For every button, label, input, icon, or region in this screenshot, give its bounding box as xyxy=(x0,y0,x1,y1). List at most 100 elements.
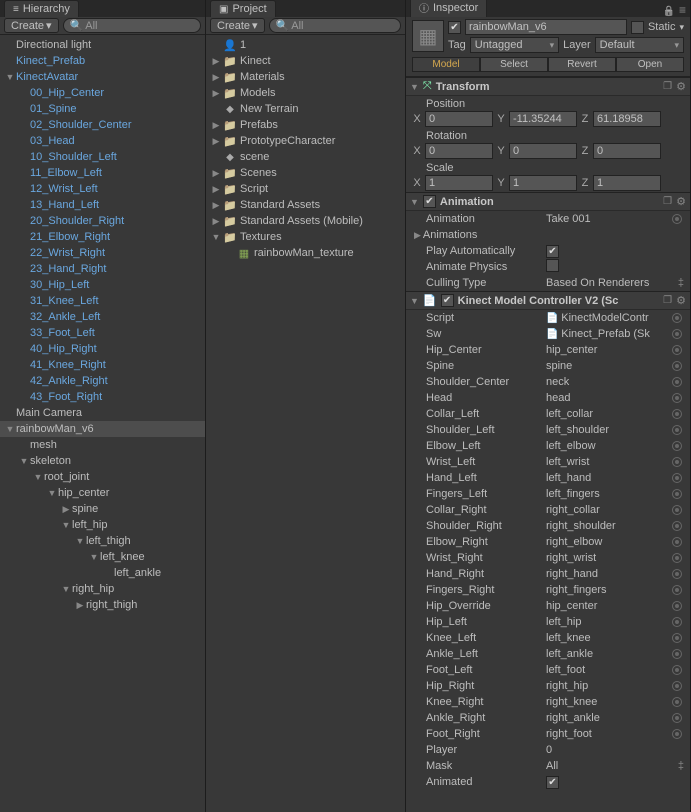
expand-arrow-icon[interactable]: ▶ xyxy=(210,216,222,227)
tree-item[interactable]: ▶Standard Assets (Mobile) xyxy=(206,213,405,229)
foldout-arrow-icon[interactable]: ▼ xyxy=(410,197,419,207)
tree-item[interactable]: Kinect_Prefab xyxy=(0,53,205,69)
object-picker-icon[interactable] xyxy=(672,345,682,355)
expand-arrow-icon[interactable]: ▼ xyxy=(88,552,100,562)
tree-item[interactable]: Main Camera xyxy=(0,405,205,421)
gear-icon[interactable] xyxy=(676,80,686,93)
revert-button[interactable]: Revert xyxy=(548,57,616,72)
expand-arrow-icon[interactable]: ▼ xyxy=(60,584,72,594)
property-value[interactable]: ✔ xyxy=(546,776,684,789)
model-button[interactable]: Model xyxy=(412,57,480,72)
expand-arrow-icon[interactable]: ▼ xyxy=(60,520,72,530)
property-value[interactable] xyxy=(546,259,684,275)
property-value[interactable]: Take 001 xyxy=(546,213,668,225)
expand-arrow-icon[interactable]: ▼ xyxy=(4,72,16,82)
object-picker-icon[interactable] xyxy=(672,393,682,403)
tree-item[interactable]: ▶Models xyxy=(206,85,405,101)
tree-item[interactable]: ▼Textures xyxy=(206,229,405,245)
tree-item[interactable]: New Terrain xyxy=(206,101,405,117)
property-value[interactable]: left_wrist xyxy=(546,456,668,468)
expand-arrow-icon[interactable]: ▼ xyxy=(210,232,222,242)
tree-item[interactable]: 01_Spine xyxy=(0,101,205,117)
scale-y-input[interactable] xyxy=(509,175,577,191)
object-picker-icon[interactable] xyxy=(672,633,682,643)
property-value[interactable]: right_hip xyxy=(546,680,668,692)
static-checkbox[interactable] xyxy=(631,21,644,34)
hierarchy-tree[interactable]: Directional lightKinect_Prefab▼KinectAva… xyxy=(0,35,205,812)
gameobject-icon[interactable]: ▦ xyxy=(412,20,444,52)
tree-item[interactable]: Directional light xyxy=(0,37,205,53)
property-value[interactable]: left_ankle xyxy=(546,648,668,660)
object-picker-icon[interactable] xyxy=(672,313,682,323)
tree-item[interactable]: ▼skeleton xyxy=(0,453,205,469)
tree-item[interactable]: ▶right_thigh xyxy=(0,597,205,613)
hierarchy-create-button[interactable]: Create▾ xyxy=(4,18,59,33)
object-picker-icon[interactable] xyxy=(672,425,682,435)
kinect-enabled-checkbox[interactable]: ✔ xyxy=(441,294,454,307)
property-value[interactable]: left_shoulder xyxy=(546,424,668,436)
property-value[interactable]: right_knee xyxy=(546,696,668,708)
object-picker-icon[interactable] xyxy=(672,214,682,224)
property-value[interactable]: ✔ xyxy=(546,245,684,258)
property-value[interactable]: left_hand xyxy=(546,472,668,484)
inspector-tab[interactable]: ⓘ Inspector xyxy=(410,0,487,17)
object-picker-icon[interactable] xyxy=(672,697,682,707)
select-button[interactable]: Select xyxy=(480,57,548,72)
property-value[interactable]: right_foot xyxy=(546,728,668,740)
expand-arrow-icon[interactable]: ▼ xyxy=(4,424,16,434)
tree-item[interactable]: 👤1 xyxy=(206,37,405,53)
panel-menu-icon[interactable] xyxy=(679,3,686,17)
help-icon[interactable]: ❐ xyxy=(663,295,672,306)
scale-x-input[interactable] xyxy=(425,175,493,191)
enabled-checkbox[interactable]: ✔ xyxy=(448,21,461,34)
static-dropdown-arrow-icon[interactable]: ▾ xyxy=(679,22,684,33)
project-search-input[interactable]: 🔍 All xyxy=(269,18,401,33)
tree-item[interactable]: ▶Kinect xyxy=(206,53,405,69)
property-value[interactable]: neck xyxy=(546,376,668,388)
tree-item[interactable]: ▶Standard Assets xyxy=(206,197,405,213)
hierarchy-search-input[interactable]: 🔍 All xyxy=(63,18,201,33)
tree-item[interactable]: 40_Hip_Right xyxy=(0,341,205,357)
tree-item[interactable]: ▼hip_center xyxy=(0,485,205,501)
object-picker-icon[interactable] xyxy=(672,505,682,515)
property-value[interactable]: right_wrist xyxy=(546,552,668,564)
object-picker-icon[interactable] xyxy=(672,617,682,627)
tree-item[interactable]: ▶Materials xyxy=(206,69,405,85)
tree-item[interactable]: 41_Knee_Right xyxy=(0,357,205,373)
checkbox[interactable] xyxy=(546,259,559,272)
kinect-header[interactable]: ▼ 📄 ✔ Kinect Model Controller V2 (Sc ❐ xyxy=(406,291,690,310)
expand-arrow-icon[interactable]: ▶ xyxy=(210,72,222,83)
foldout-arrow-icon[interactable]: ▼ xyxy=(410,296,419,306)
object-picker-icon[interactable] xyxy=(672,681,682,691)
tree-item[interactable]: 43_Foot_Right xyxy=(0,389,205,405)
tree-item[interactable]: 12_Wrist_Left xyxy=(0,181,205,197)
expand-arrow-icon[interactable]: ▶ xyxy=(60,504,72,515)
tree-item[interactable]: 42_Ankle_Right xyxy=(0,373,205,389)
object-picker-icon[interactable] xyxy=(672,489,682,499)
object-picker-icon[interactable] xyxy=(672,377,682,387)
tree-item[interactable]: scene xyxy=(206,149,405,165)
tree-item[interactable]: 02_Shoulder_Center xyxy=(0,117,205,133)
tree-item[interactable]: 30_Hip_Left xyxy=(0,277,205,293)
property-value[interactable]: spine xyxy=(546,360,668,372)
tree-item[interactable]: rainbowMan_texture xyxy=(206,245,405,261)
rot-x-input[interactable] xyxy=(425,143,493,159)
tree-item[interactable]: ▼left_thigh xyxy=(0,533,205,549)
object-picker-icon[interactable] xyxy=(672,441,682,451)
tag-dropdown[interactable]: Untagged xyxy=(470,37,559,53)
object-picker-icon[interactable] xyxy=(672,409,682,419)
tree-item[interactable]: 23_Hand_Right xyxy=(0,261,205,277)
property-value[interactable]: right_hand xyxy=(546,568,668,580)
expand-arrow-icon[interactable]: ▼ xyxy=(32,472,44,482)
property-value[interactable]: right_ankle xyxy=(546,712,668,724)
pos-y-input[interactable] xyxy=(509,111,577,127)
property-value[interactable]: head xyxy=(546,392,668,404)
gear-icon[interactable] xyxy=(676,195,686,208)
tree-item[interactable]: left_ankle xyxy=(0,565,205,581)
tree-item[interactable]: 22_Wrist_Right xyxy=(0,245,205,261)
open-button[interactable]: Open xyxy=(616,57,684,72)
property-value[interactable]: left_hip xyxy=(546,616,668,628)
property-value[interactable]: right_elbow xyxy=(546,536,668,548)
tree-item[interactable]: ▼left_knee xyxy=(0,549,205,565)
expand-arrow-icon[interactable]: ▶ xyxy=(210,88,222,99)
